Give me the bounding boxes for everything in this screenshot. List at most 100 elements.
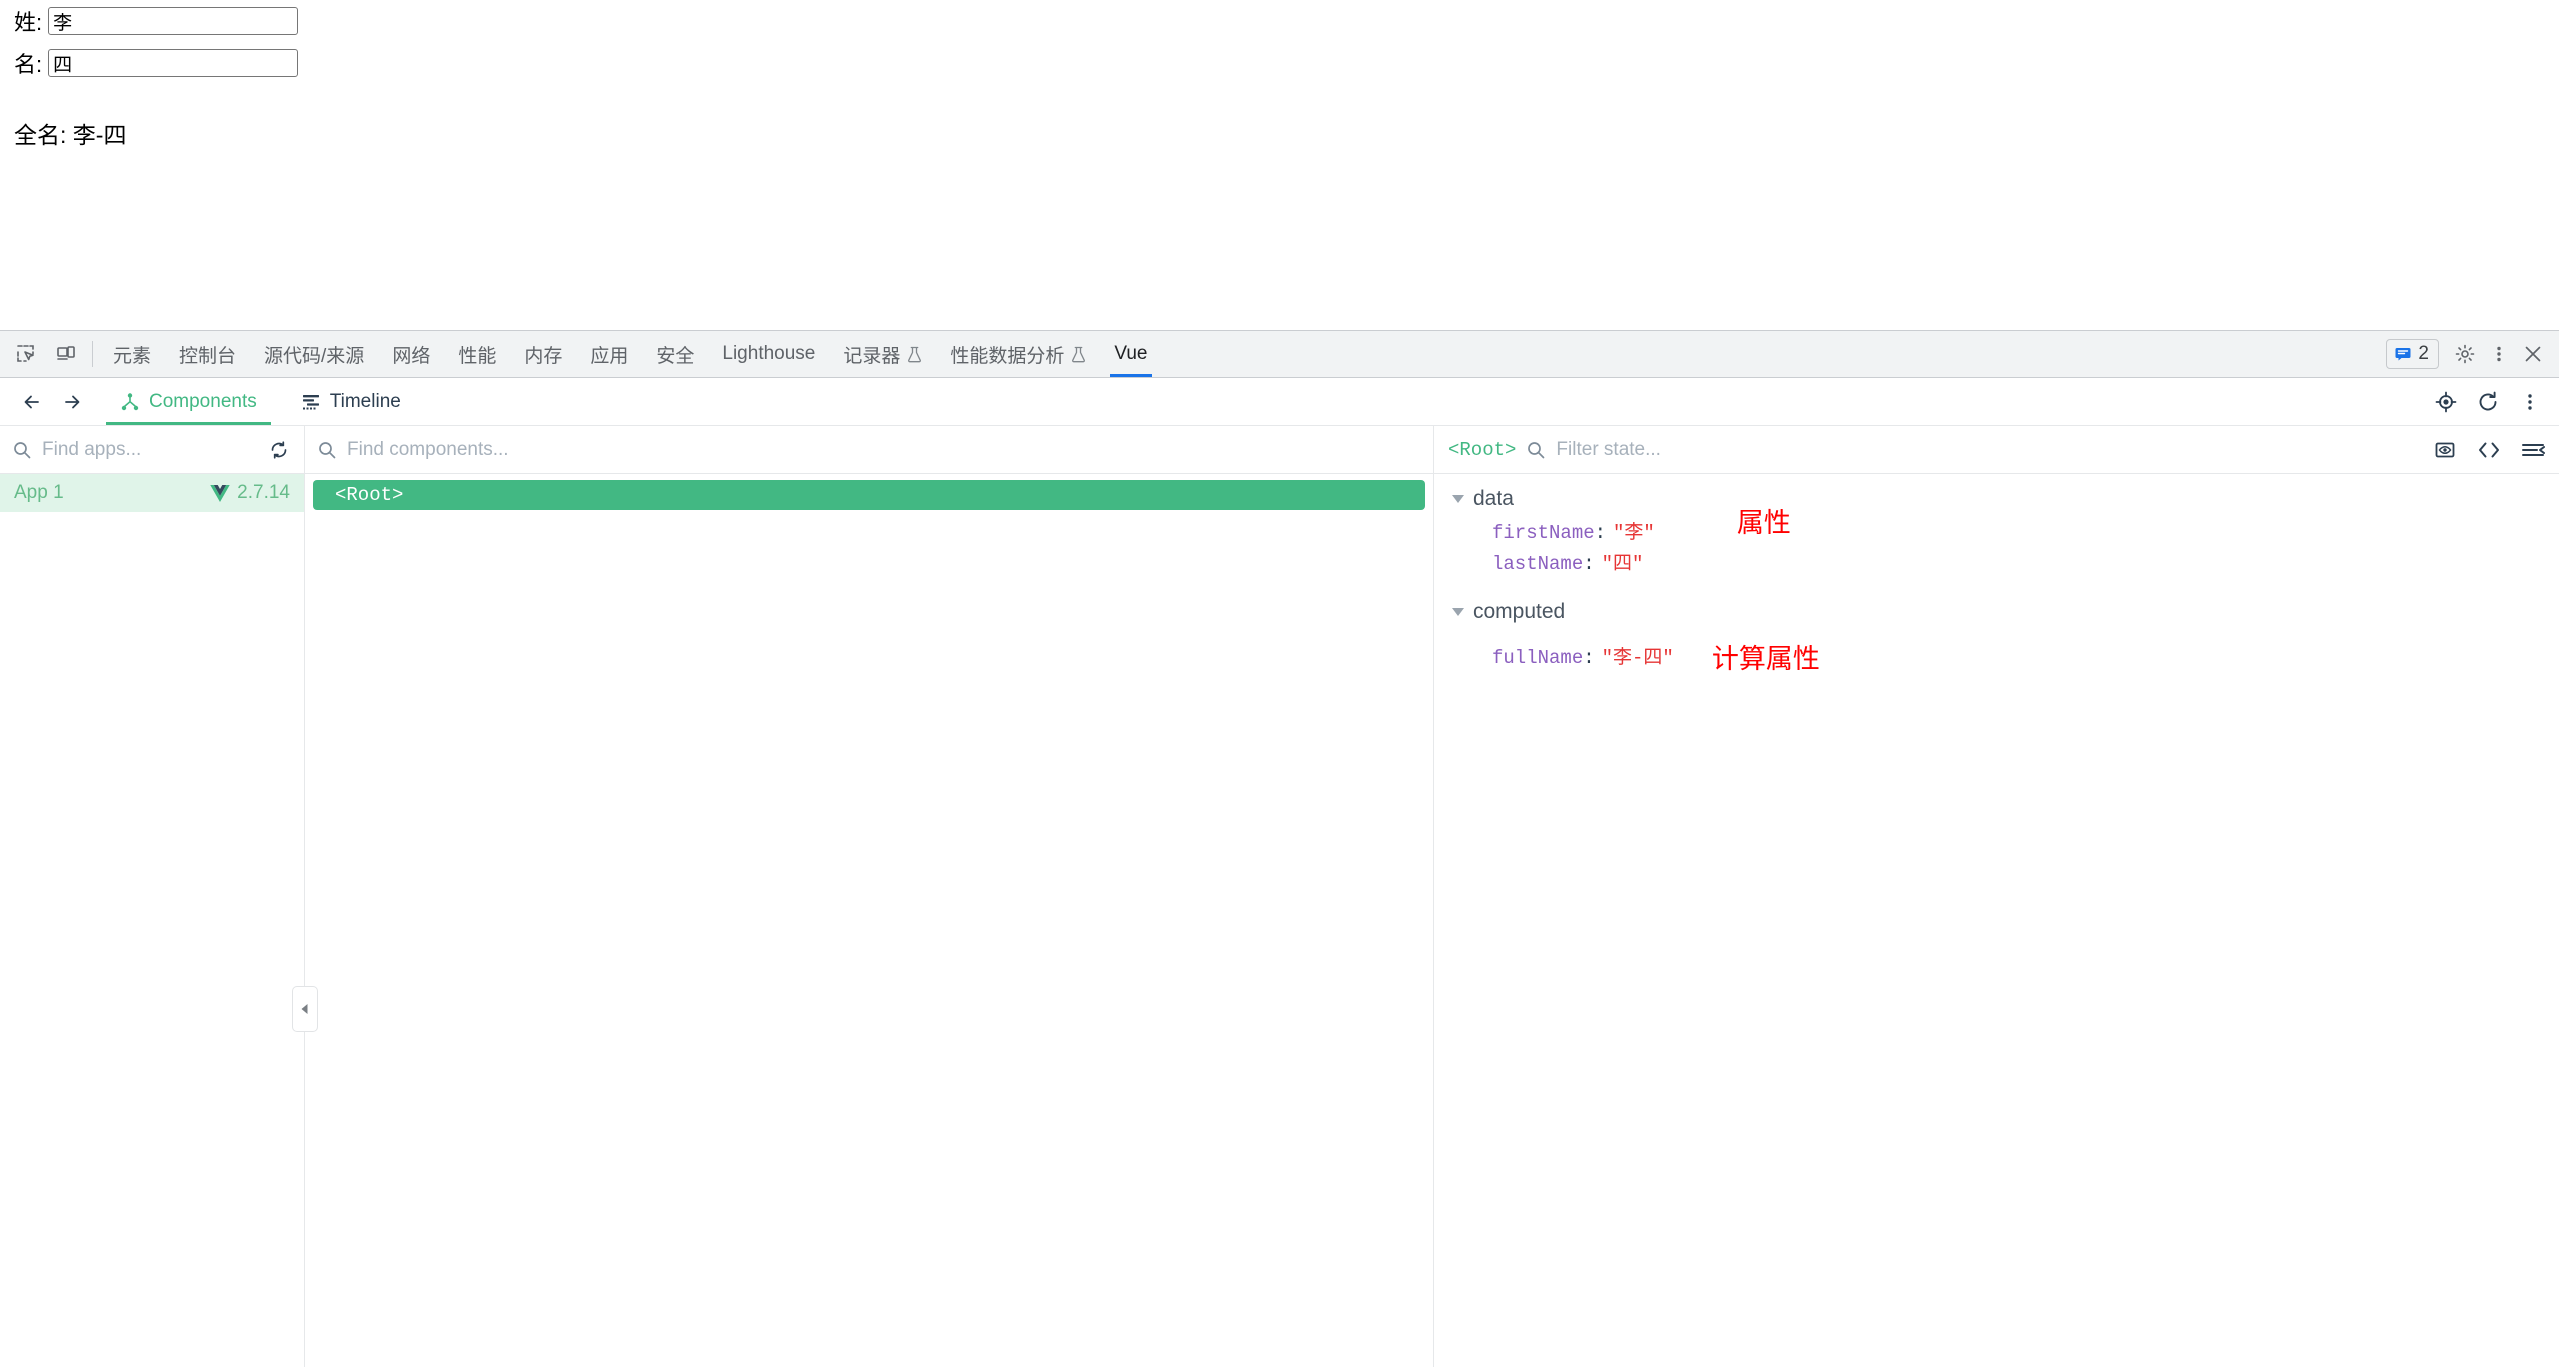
devtools-tab-label: 源代码/来源: [264, 345, 365, 367]
state-entry[interactable]: lastName : "四": [1434, 546, 2559, 577]
devtools-tabstrip-right: 2: [2386, 331, 2559, 377]
collapse-all-icon[interactable]: [2519, 436, 2547, 464]
timeline-icon: [302, 394, 319, 409]
state-group-computed-header[interactable]: computed: [1434, 597, 2559, 627]
first-name-label: 姓:: [14, 10, 43, 35]
last-name-row: 名:: [0, 42, 2559, 84]
state-group-name: computed: [1473, 600, 1566, 623]
state-inspector-body: data firstName : "李" 属性 lastName : "四" c…: [1434, 474, 2559, 1367]
devtools-tab-label: 性能: [458, 345, 497, 367]
devtools-tab-label: 性能数据分析: [950, 345, 1065, 367]
devtools-tab-label: 安全: [656, 345, 695, 367]
tab-timeline-label: Timeline: [329, 390, 401, 412]
devtools-tab-label: Lighthouse: [722, 343, 816, 364]
tab-components[interactable]: Components: [104, 378, 273, 425]
component-tree-icon: [121, 392, 139, 410]
state-entry-key: lastName: [1492, 553, 1584, 575]
message-icon: [2395, 348, 2411, 361]
chevron-down-icon[interactable]: [1452, 608, 1464, 616]
refresh-icon[interactable]: [2473, 387, 2503, 417]
devtools-tab-9[interactable]: 记录器: [829, 331, 936, 377]
last-name-input[interactable]: [48, 49, 299, 77]
find-components-input[interactable]: [347, 438, 1421, 461]
state-entry-value: "李": [1613, 522, 1655, 544]
state-group-data-header[interactable]: data: [1434, 484, 2559, 514]
page-viewport: 姓: 名: 全名: 李-四: [0, 0, 2559, 330]
devtools-tab-3[interactable]: 网络: [378, 331, 444, 377]
state-group-name: data: [1473, 487, 1514, 510]
tree-node-root[interactable]: <Root>: [313, 480, 1425, 510]
annotation-computed-label: 计算属性: [1711, 644, 1820, 674]
devtools-tab-8[interactable]: Lighthouse: [708, 331, 829, 377]
state-group-computed: computed fullName : "李-四" 计算属性: [1434, 597, 2559, 674]
apps-pane: App 1 2.7.14: [0, 426, 305, 1367]
state-entry-value: "李-四": [1601, 647, 1674, 669]
toolbar-divider: [92, 341, 93, 367]
selected-component-label: <Root>: [1448, 438, 1517, 461]
devtools-tab-6[interactable]: 应用: [576, 331, 642, 377]
state-entry-value: "四": [1601, 553, 1644, 575]
back-arrow-icon[interactable]: [12, 378, 52, 425]
experimental-flask-icon: [908, 346, 922, 362]
more-options-kebab-icon[interactable]: [2515, 387, 2545, 417]
devtools-tab-0[interactable]: 元素: [99, 331, 165, 377]
forward-arrow-icon[interactable]: [52, 378, 92, 425]
tab-timeline[interactable]: Timeline: [285, 378, 417, 425]
first-name-input[interactable]: [48, 7, 299, 35]
state-entry-key: firstName: [1492, 522, 1595, 544]
first-name-row: 姓:: [0, 0, 2559, 42]
devtools-window: 元素 控制台 源代码/来源 网络 性能 内存 应用 安全 Lighthouse 记录器 性能数据分析…: [0, 330, 2559, 1367]
app-name: App 1: [14, 482, 64, 503]
state-entry[interactable]: firstName : "李" 属性: [1434, 510, 2559, 546]
devtools-tabs: 元素 控制台 源代码/来源 网络 性能 内存 应用 安全 Lighthouse 记录器 性能数据分析…: [99, 331, 2386, 377]
collapse-left-arrow-icon[interactable]: [292, 986, 318, 1032]
search-icon: [319, 441, 336, 458]
devtools-tool-icons: [0, 331, 86, 377]
component-tree-list: <Root>: [305, 474, 1433, 1367]
refresh-apps-icon[interactable]: [266, 437, 292, 463]
message-count-badge[interactable]: 2: [2386, 339, 2439, 369]
devtools-tab-label: 网络: [392, 345, 431, 367]
devtools-tab-2[interactable]: 源代码/来源: [250, 331, 378, 377]
message-count: 2: [2418, 343, 2429, 364]
app-version-text: 2.7.14: [237, 482, 290, 503]
settings-gear-icon[interactable]: [2449, 338, 2481, 370]
devtools-tab-label: Vue: [1114, 343, 1148, 364]
state-entry-key: fullName: [1492, 647, 1584, 669]
find-apps-input[interactable]: [42, 438, 256, 461]
annotation-data-label: 属性: [1736, 508, 1791, 538]
devtools-tab-strip: 元素 控制台 源代码/来源 网络 性能 内存 应用 安全 Lighthouse 记录器 性能数据分析…: [0, 331, 2559, 378]
state-header-actions: [2431, 436, 2547, 464]
state-entry[interactable]: fullName : "李-四" 计算属性: [1434, 639, 2559, 674]
select-component-target-icon[interactable]: [2431, 387, 2461, 417]
device-toolbar-icon[interactable]: [50, 338, 82, 370]
full-name-output: 全名: 李-四: [14, 122, 127, 148]
state-group-data: data firstName : "李" 属性 lastName : "四": [1434, 484, 2559, 577]
devtools-tab-label: 记录器: [843, 345, 901, 367]
inspect-dom-eye-icon[interactable]: [2431, 436, 2459, 464]
devtools-tab-4[interactable]: 性能: [444, 331, 510, 377]
devtools-tab-label: 应用: [590, 345, 629, 367]
chevron-down-icon[interactable]: [1452, 495, 1464, 503]
tab-components-label: Components: [149, 390, 257, 412]
find-components-bar: [305, 426, 1433, 474]
app-list-item[interactable]: App 1 2.7.14: [0, 474, 304, 512]
state-inspector-pane: <Root> Filter state... data firstName: …: [1434, 426, 2559, 1367]
filter-state-input[interactable]: [1556, 438, 2421, 461]
vue-logo-icon: [210, 484, 230, 502]
devtools-tab-7[interactable]: 安全: [642, 331, 708, 377]
devtools-tab-label: 内存: [524, 345, 563, 367]
app-version: 2.7.14: [210, 482, 290, 504]
experimental-flask-icon: [1072, 346, 1086, 362]
more-options-kebab-icon[interactable]: [2483, 338, 2515, 370]
tree-node-label: <Root>: [335, 484, 404, 506]
component-tree-pane: <Root>: [292, 426, 1434, 1367]
close-devtools-icon[interactable]: [2517, 338, 2549, 370]
open-in-editor-code-icon[interactable]: [2475, 436, 2503, 464]
devtools-tab-1[interactable]: 控制台: [165, 331, 250, 377]
inspect-element-icon[interactable]: [10, 338, 42, 370]
devtools-tab-5[interactable]: 内存: [510, 331, 576, 377]
devtools-tab-11[interactable]: Vue: [1100, 331, 1161, 377]
devtools-tab-label: 控制台: [179, 345, 237, 367]
devtools-tab-10[interactable]: 性能数据分析: [936, 331, 1100, 377]
